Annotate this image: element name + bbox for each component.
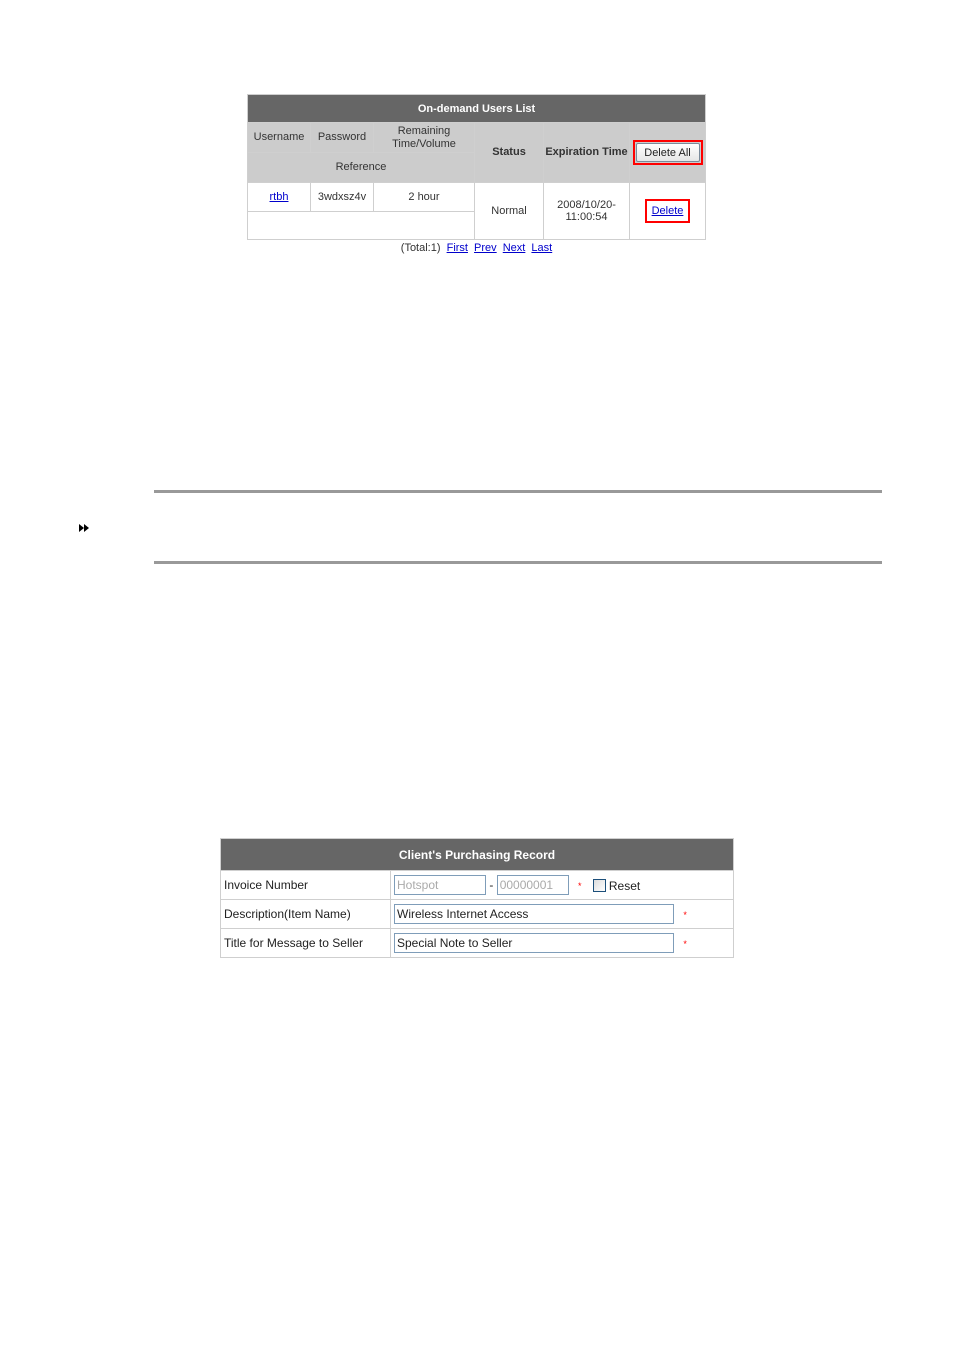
status-cell: Normal bbox=[474, 182, 544, 240]
col-username: Username bbox=[247, 122, 311, 153]
expiration-time: 11:00:54 bbox=[565, 211, 608, 223]
pagination: (Total:1) First Prev Next Last bbox=[247, 242, 706, 254]
expiration-cell: 2008/10/20- 11:00:54 bbox=[543, 182, 630, 240]
on-demand-users-list: On-demand Users List Username Password R… bbox=[247, 94, 706, 254]
actions-cell: Delete bbox=[629, 182, 706, 240]
next-page-link[interactable]: Next bbox=[503, 242, 526, 254]
username-link[interactable]: rtbh bbox=[270, 191, 289, 203]
description-label: Description(Item Name) bbox=[220, 899, 391, 929]
password-cell: 3wdxsz4v bbox=[310, 182, 374, 212]
table-row: rtbh 3wdxsz4v 2 hour Normal 2008/10/20- … bbox=[247, 182, 706, 240]
expiration-date: 2008/10/20- bbox=[557, 199, 616, 211]
note-top-rule bbox=[154, 490, 882, 493]
note-bottom-rule bbox=[154, 561, 882, 564]
delete-highlight: Delete bbox=[644, 199, 691, 223]
reference-cell bbox=[247, 211, 475, 240]
message-title-row: Title for Message to Seller * bbox=[220, 928, 734, 958]
users-table-title: On-demand Users List bbox=[247, 94, 706, 123]
description-input[interactable] bbox=[394, 904, 674, 924]
col-reference: Reference bbox=[247, 152, 475, 183]
col-password: Password bbox=[310, 122, 374, 153]
invoice-number-value: - * Reset bbox=[390, 870, 734, 900]
reset-checkbox[interactable] bbox=[592, 879, 606, 893]
invoice-number-label: Invoice Number bbox=[220, 870, 391, 900]
col-remaining: Remaining Time/Volume bbox=[373, 122, 475, 153]
delete-all-button[interactable]: Delete All bbox=[635, 143, 700, 162]
users-table: On-demand Users List Username Password R… bbox=[247, 94, 706, 240]
message-title-value: * bbox=[390, 928, 734, 958]
required-marker: * bbox=[683, 938, 687, 949]
invoice-number-input[interactable] bbox=[496, 875, 569, 895]
purchasing-record-title: Client's Purchasing Record bbox=[220, 838, 734, 871]
col-status: Status bbox=[474, 122, 544, 183]
purchasing-record-table: Client's Purchasing Record Invoice Numbe… bbox=[220, 838, 734, 958]
description-row: Description(Item Name) * bbox=[220, 899, 734, 929]
invoice-separator: - bbox=[489, 878, 494, 892]
last-page-link[interactable]: Last bbox=[531, 242, 552, 254]
col-actions: Delete All bbox=[629, 122, 706, 183]
required-marker: * bbox=[683, 909, 687, 920]
description-value: * bbox=[390, 899, 734, 929]
message-title-input[interactable] bbox=[394, 933, 674, 953]
required-marker: * bbox=[578, 880, 582, 891]
reset-label: Reset bbox=[608, 878, 641, 893]
delete-link[interactable]: Delete bbox=[652, 205, 684, 217]
delete-all-highlight: Delete All bbox=[632, 140, 703, 165]
remaining-cell: 2 hour bbox=[373, 182, 475, 212]
col-expiration: Expiration Time bbox=[543, 122, 630, 183]
total-count: (Total:1) bbox=[400, 242, 441, 254]
invoice-prefix-input[interactable] bbox=[394, 875, 486, 895]
double-arrow-icon bbox=[79, 523, 89, 536]
first-page-link[interactable]: First bbox=[447, 242, 468, 254]
username-cell: rtbh bbox=[247, 182, 311, 212]
message-title-label: Title for Message to Seller bbox=[220, 928, 391, 958]
invoice-number-row: Invoice Number - * Reset bbox=[220, 870, 734, 900]
purchasing-record: Client's Purchasing Record Invoice Numbe… bbox=[220, 838, 734, 958]
prev-page-link[interactable]: Prev bbox=[474, 242, 497, 254]
